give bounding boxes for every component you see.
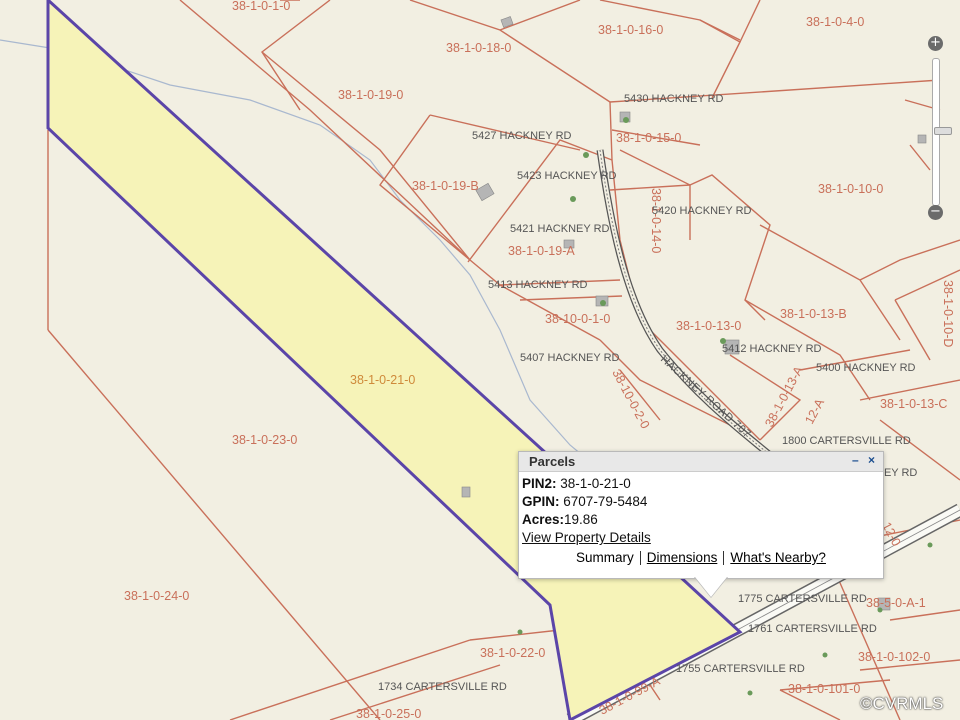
parcel-label: 38-1-0-25-0 [356,707,421,720]
popup-header: Parcels – × [519,452,883,472]
parcel-label: 38-1-0-14-0 [649,188,663,253]
parcel-label: 38-1-0-19-A [508,244,575,258]
parcel-label: 38-1-0-101-0 [788,682,860,696]
parcel-label: 38-1-0-22-0 [480,646,545,660]
address-label: 5427 HACKNEY RD [472,130,572,142]
parcel-label: 38-1-0-13-0 [676,319,741,333]
parcel-label: 38-1-0-15-0 [616,131,681,145]
selected-parcel-label: 38-1-0-21-0 [350,373,415,387]
parcel-label: 38-1-0-10-D [941,280,955,347]
address-label: 5407 HACKNEY RD [520,352,620,364]
popup-title: Parcels [529,454,576,469]
pin2-row: PIN2: 38-1-0-21-0 [522,476,631,491]
minimize-icon[interactable]: – [852,453,859,467]
zoom-slider-handle[interactable] [934,127,952,135]
address-label: 5420 HACKNEY RD [652,205,752,217]
gpin-value: 6707-79-5484 [563,494,648,509]
address-label: 5412 HACKNEY RD [722,343,822,355]
address-label: 5400 HACKNEY RD [816,362,916,374]
zoom-out-button[interactable]: − [928,205,943,220]
parcel-label: 38-1-0-102-0 [858,650,930,664]
address-label: 5430 HACKNEY RD [624,93,724,105]
parcel-label: 38-1-0-19-B [412,179,479,193]
parcel-map[interactable]: 38-1-0-1-0 38-1-0-16-0 38-1-0-4-0 38-1-0-18… [0,0,960,720]
parcel-label: 38-10-0-1-0 [545,312,610,326]
popup-tabs: Summary Dimensions What's Nearby? [519,550,883,566]
parcel-label: 38-1-0-16-0 [598,23,663,37]
tab-whats-nearby[interactable]: What's Nearby? [726,550,830,565]
zoom-slider-track[interactable] [932,58,952,206]
parcel-label: 38-1-0-10-0 [818,182,883,196]
address-label: 5413 HACKNEY RD [488,279,588,291]
address-label: 5421 HACKNEY RD [510,223,610,235]
tab-summary[interactable]: Summary [572,550,638,565]
parcel-label: 38-5-0-A-1 [866,596,926,610]
address-label: 1734 CARTERSVILLE RD [378,681,507,693]
tab-dimensions[interactable]: Dimensions [643,550,722,565]
parcel-label: 38-1-0-24-0 [124,589,189,603]
view-property-details-link[interactable]: View Property Details [522,530,651,545]
parcel-label: 38-1-0-13-B [780,307,847,321]
parcel-popup: Parcels – × PIN2: 38-1-0-21-0 GPIN: 6707… [518,451,884,598]
pin2-value: 38-1-0-21-0 [560,476,631,491]
copyright-watermark: ©CVRMLS [860,694,944,713]
close-icon[interactable]: × [868,453,875,467]
parcel-label: 38-1-0-1-0 [232,0,290,13]
parcel-label: 38-1-0-18-0 [446,41,511,55]
popup-pointer [695,577,727,597]
address-label: 1775 CARTERSVILLE RD [738,593,867,605]
address-label: 1761 CARTERSVILLE RD [748,623,877,635]
address-label: 5423 HACKNEY RD [517,170,617,182]
address-label: 1755 CARTERSVILLE RD [676,663,805,675]
parcel-label: 38-1-0-13-C [880,397,947,411]
parcel-label: 38-1-0-23-0 [232,433,297,447]
popup-body: PIN2: 38-1-0-21-0 GPIN: 6707-79-5484 Acr… [519,472,883,547]
acres-value: 19.86 [564,512,598,527]
parcel-label: 38-1-0-4-0 [806,15,864,29]
zoom-control: + − [926,36,952,226]
parcel-label: 38-1-0-19-0 [338,88,403,102]
address-label: 1800 CARTERSVILLE RD [782,435,911,447]
zoom-in-button[interactable]: + [928,36,943,51]
gpin-row: GPIN: 6707-79-5484 [522,494,648,509]
acres-row: Acres:19.86 [522,512,598,527]
